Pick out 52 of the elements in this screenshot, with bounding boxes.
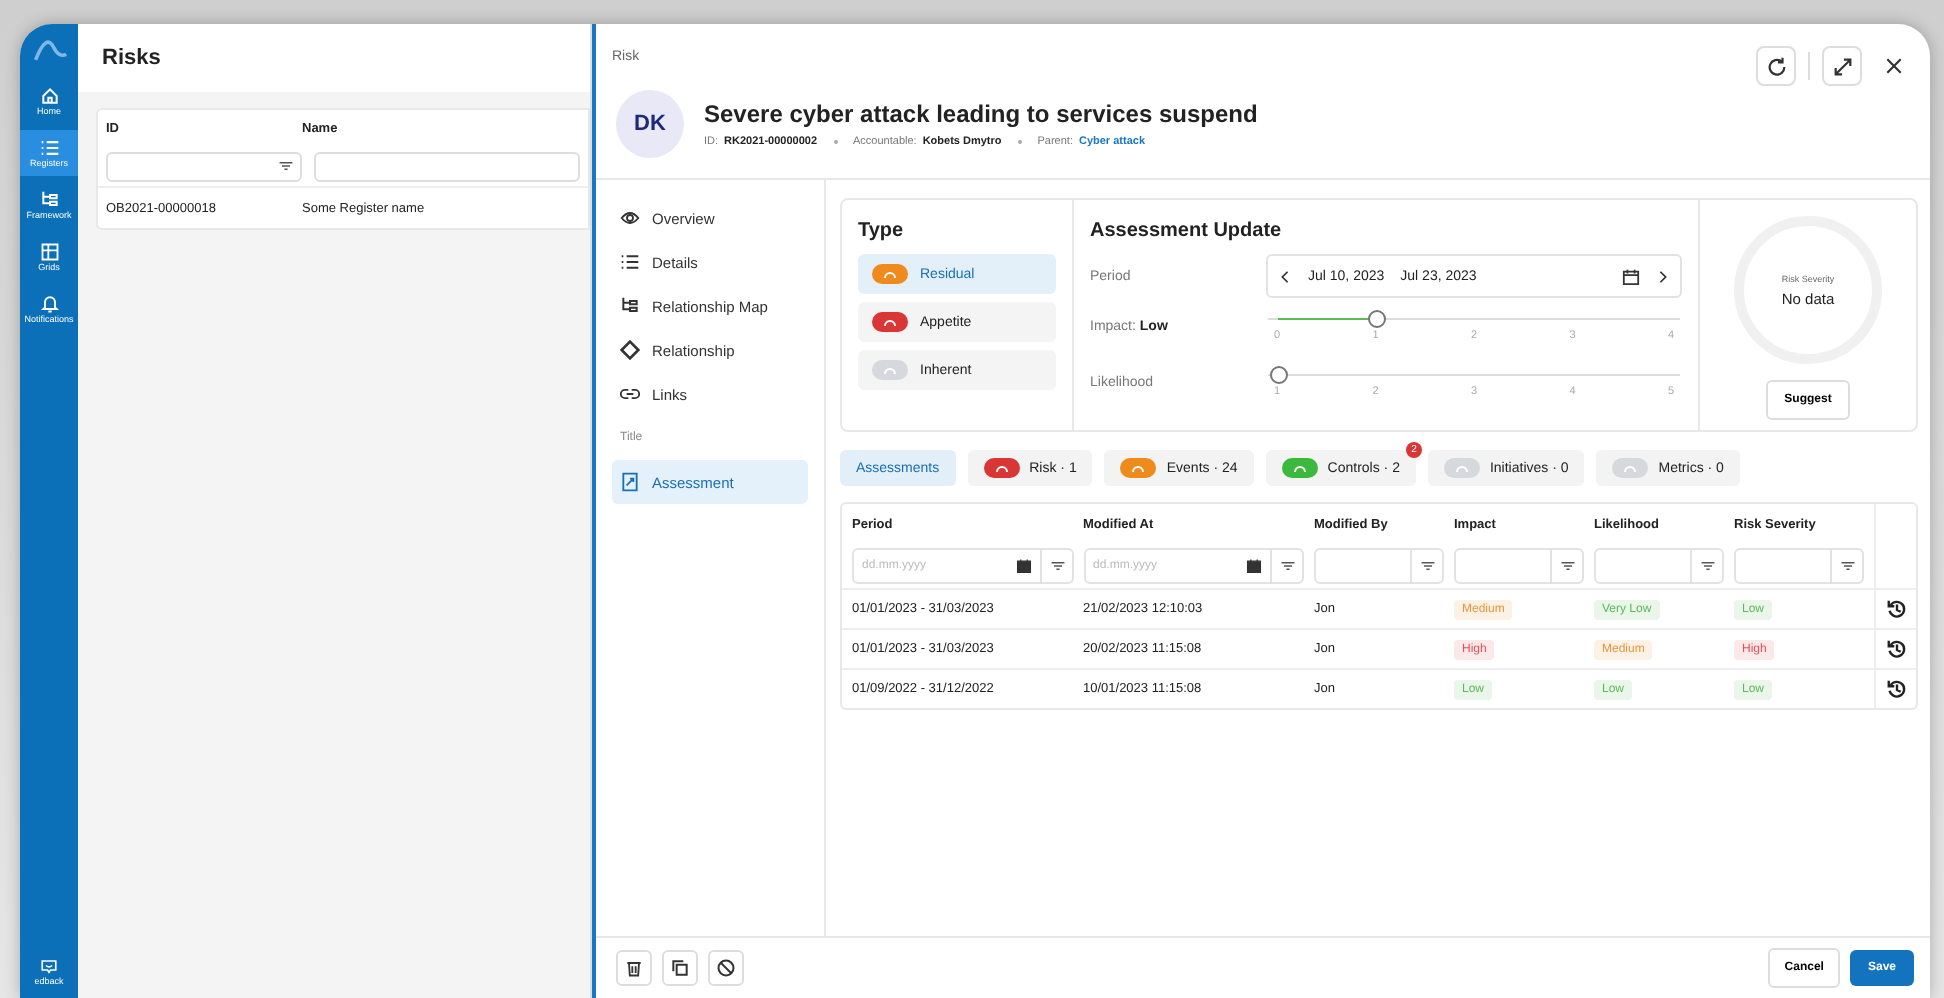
filter-icon[interactable] bbox=[1049, 558, 1065, 574]
section-title: Type bbox=[858, 220, 906, 242]
filter-field[interactable] bbox=[1594, 548, 1724, 584]
calendar-icon[interactable] bbox=[1246, 558, 1262, 574]
filter-field[interactable] bbox=[1734, 548, 1864, 584]
history-icon[interactable] bbox=[1885, 678, 1907, 700]
eye-icon bbox=[620, 208, 640, 228]
copy-icon bbox=[670, 958, 690, 978]
link-icon bbox=[620, 384, 640, 404]
history-icon[interactable] bbox=[1885, 598, 1907, 620]
chevron-right-icon[interactable] bbox=[1656, 269, 1670, 283]
home-icon bbox=[39, 86, 59, 106]
filter-icon[interactable] bbox=[1840, 558, 1856, 574]
risk-title: Severe cyber attack leading to services suspend bbox=[704, 100, 1258, 128]
feedback-icon bbox=[40, 958, 58, 976]
filter-field[interactable] bbox=[106, 151, 302, 181]
close-icon bbox=[1884, 56, 1904, 76]
filter-icon[interactable] bbox=[1560, 558, 1576, 574]
expand-icon bbox=[1831, 55, 1853, 77]
refresh-button[interactable] bbox=[1756, 46, 1796, 86]
avatar: DK bbox=[616, 90, 684, 158]
filter-field[interactable] bbox=[314, 151, 580, 181]
filter-icon[interactable] bbox=[278, 158, 294, 174]
copy-button[interactable] bbox=[662, 950, 698, 986]
block-icon bbox=[716, 958, 736, 978]
history-icon[interactable] bbox=[1885, 638, 1907, 660]
bell-icon bbox=[39, 294, 59, 314]
filter-field[interactable] bbox=[1314, 548, 1444, 584]
document-icon bbox=[620, 472, 640, 492]
slider-thumb[interactable] bbox=[1368, 310, 1386, 328]
chevron-left-icon[interactable] bbox=[1278, 269, 1292, 283]
list-icon bbox=[620, 252, 640, 272]
slider-thumb[interactable] bbox=[1270, 366, 1288, 384]
filter-icon[interactable] bbox=[1280, 558, 1296, 574]
tree-icon bbox=[620, 296, 640, 316]
filter-icon[interactable] bbox=[1700, 558, 1716, 574]
calendar-icon[interactable] bbox=[1015, 558, 1031, 574]
calendar-icon[interactable] bbox=[1622, 267, 1640, 285]
filter-icon[interactable] bbox=[1420, 558, 1436, 574]
refresh-icon bbox=[1765, 55, 1787, 77]
trash-icon bbox=[624, 958, 644, 978]
block-button[interactable] bbox=[708, 950, 744, 986]
tree-icon bbox=[39, 190, 59, 210]
delete-button[interactable] bbox=[616, 950, 652, 986]
list-icon bbox=[39, 138, 59, 158]
grid-icon bbox=[39, 242, 59, 262]
page-title: Risks bbox=[78, 24, 590, 92]
section-title: Assessment Update bbox=[1090, 220, 1284, 242]
logo-icon bbox=[31, 36, 67, 62]
diamond-icon bbox=[620, 340, 640, 360]
expand-button[interactable] bbox=[1822, 46, 1862, 86]
filter-field[interactable] bbox=[1454, 548, 1584, 584]
